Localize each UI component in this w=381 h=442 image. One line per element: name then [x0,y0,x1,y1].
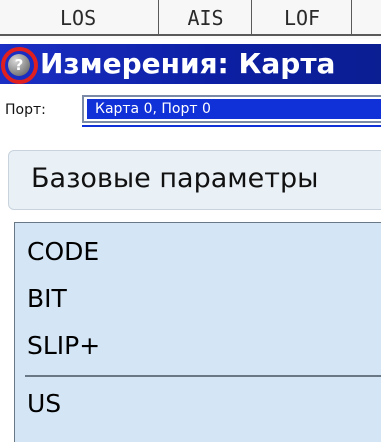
alarm-tabs: LOS AIS LOF [0,0,381,39]
list-item-us[interactable]: US [27,389,61,418]
alarm-tab-los-label: LOS [60,6,97,30]
alarm-tab-ais[interactable]: AIS [158,0,253,36]
port-select[interactable]: Карта 0, Порт 0 [82,95,381,123]
alarm-tab-lof[interactable]: LOF [251,0,353,36]
highlight-circle [1,47,38,84]
title-bar: ? Измерения: Карта [0,44,381,84]
window-title: Измерения: Карта [40,47,336,80]
list-item-code[interactable]: CODE [27,237,99,266]
alarm-tab-lof-label: LOF [283,6,321,30]
measurement-list: CODE BIT SLIP+ US [14,222,381,442]
alarm-tab-next[interactable] [351,0,381,36]
list-divider [25,375,381,377]
section-title: Базовые параметры [31,163,319,194]
list-item-bit[interactable]: BIT [27,284,67,313]
port-label: Порт: [5,102,46,118]
port-selected-value: Карта 0, Порт 0 [87,99,381,119]
port-select-underline [82,125,381,127]
alarm-tab-los[interactable]: LOS [0,0,161,36]
list-item-slip[interactable]: SLIP+ [27,331,100,360]
section-header[interactable]: Базовые параметры [8,150,381,210]
port-row: Порт: Карта 0, Порт 0 [0,88,381,130]
alarm-tab-ais-label: AIS [187,6,224,30]
